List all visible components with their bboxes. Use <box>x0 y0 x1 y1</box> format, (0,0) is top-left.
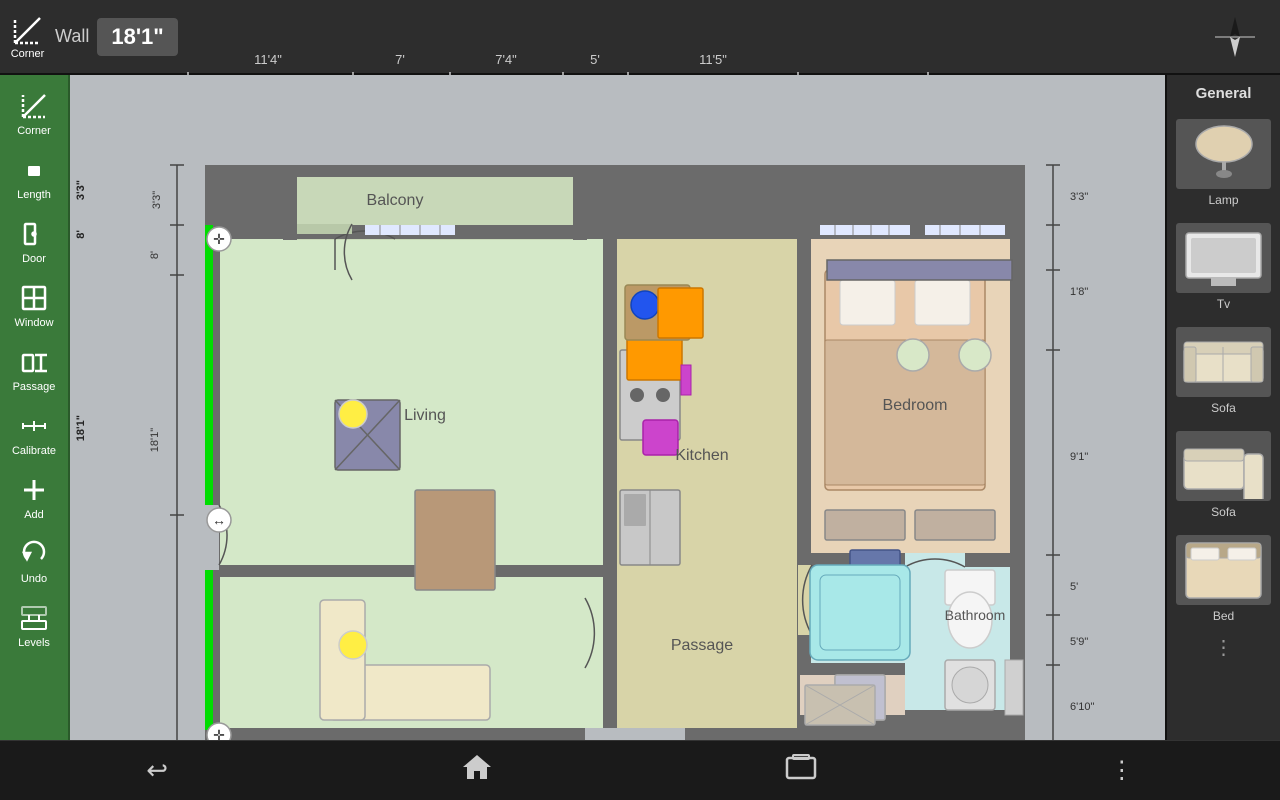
furniture-item-bed[interactable]: Bed <box>1171 531 1276 627</box>
svg-text:5': 5' <box>1070 581 1078 593</box>
passage-label: Passage <box>671 637 733 654</box>
top-bar: Corner Wall 18'1" 11'4" 7' 7'4" 5' 11'5" <box>0 0 1280 75</box>
door-tool-label: Door <box>22 253 46 265</box>
dim-left-main: 18'1" <box>75 415 87 441</box>
svg-text:7'4": 7'4" <box>495 52 517 67</box>
bottom-nav: ↩ ⋮ <box>0 740 1280 800</box>
bed-label: Bed <box>1213 609 1234 623</box>
furniture-item-sofa2[interactable]: Sofa <box>1171 427 1276 523</box>
svg-text:18'1": 18'1" <box>149 428 161 452</box>
svg-text:7': 7' <box>395 52 405 67</box>
main-area: Corner Length Door Window <box>0 75 1280 740</box>
wall-value: 18'1" <box>97 18 177 56</box>
recent-button[interactable] <box>765 745 837 796</box>
svg-text:✛: ✛ <box>213 727 225 740</box>
sidebar-item-door[interactable]: Door <box>2 211 67 273</box>
svg-text:1'8": 1'8" <box>1070 286 1088 298</box>
svg-text:11'4": 11'4" <box>254 52 282 67</box>
corner-handle-bl: ✛ <box>207 723 231 740</box>
calibrate-tool-label: Calibrate <box>12 445 56 457</box>
levels-tool-label: Levels <box>18 637 50 649</box>
compass-icon <box>1210 12 1260 62</box>
bedroom-label: Bedroom <box>883 397 948 414</box>
corner-tool-label: Corner <box>17 125 51 137</box>
canvas-area[interactable]: 3'3" 8' 18'1" 3'3" 1'8" 9'1" 5' 5'9" 6'1… <box>70 75 1165 740</box>
window-tool-label: Window <box>14 317 53 329</box>
back-button[interactable]: ↩ <box>126 747 188 794</box>
corner-handle-tl: ✛ <box>207 227 231 251</box>
furniture-item-sofa1[interactable]: Sofa <box>1171 323 1276 419</box>
svg-text:3'3": 3'3" <box>151 191 163 209</box>
sidebar-item-length[interactable]: Length <box>2 147 67 209</box>
svg-text:✛: ✛ <box>213 231 225 247</box>
svg-text:5'9": 5'9" <box>1070 636 1088 648</box>
more-button[interactable]: ⋮ <box>1090 748 1154 793</box>
corner-handle-mid: ↔ <box>207 508 231 532</box>
add-tool-label: Add <box>24 509 44 521</box>
dim-left-8: 8' <box>75 230 87 239</box>
dim-left-top: 3'3" <box>75 180 87 200</box>
left-sidebar: Corner Length Door Window <box>0 75 70 740</box>
furniture-item-tv[interactable]: Tv <box>1171 219 1276 315</box>
sidebar-item-levels[interactable]: Levels <box>2 595 67 657</box>
svg-text:↔: ↔ <box>212 512 226 528</box>
sidebar-item-undo[interactable]: Undo <box>2 531 67 593</box>
more-furniture-indicator: ⋮ <box>1214 635 1234 660</box>
right-sidebar-title: General <box>1196 85 1252 102</box>
sidebar-item-add[interactable]: Add <box>2 467 67 529</box>
sofa1-label: Sofa <box>1211 401 1236 415</box>
length-tool-label: Length <box>17 189 51 201</box>
bathroom-label: Bathroom <box>945 607 1006 623</box>
svg-text:11'5": 11'5" <box>699 52 727 67</box>
corner-label: Corner <box>11 48 45 60</box>
kitchen-label: Kitchen <box>675 447 728 464</box>
balcony-label: Balcony <box>367 192 424 209</box>
undo-tool-label: Undo <box>21 573 47 585</box>
corner-tool[interactable]: Corner <box>10 13 45 60</box>
tv-label: Tv <box>1217 297 1230 311</box>
passage-tool-label: Passage <box>13 381 56 393</box>
sidebar-item-passage[interactable]: Passage <box>2 339 67 401</box>
furniture-item-lamp[interactable]: Lamp <box>1171 115 1276 211</box>
sidebar-item-calibrate[interactable]: Calibrate <box>2 403 67 465</box>
right-sidebar: General Lamp Tv <box>1165 75 1280 740</box>
wall-label: Wall <box>55 26 89 47</box>
floor-plan-svg[interactable]: Balcony Living Kitchen Bedroom Bathroom … <box>105 110 1125 740</box>
svg-text:3'3": 3'3" <box>1070 191 1088 203</box>
sofa2-label: Sofa <box>1211 505 1236 519</box>
sidebar-item-corner[interactable]: Corner <box>2 83 67 145</box>
sidebar-item-window[interactable]: Window <box>2 275 67 337</box>
living-label: Living <box>404 407 446 424</box>
svg-text:5': 5' <box>590 52 600 67</box>
lamp-label: Lamp <box>1208 193 1238 207</box>
svg-text:6'10": 6'10" <box>1070 701 1094 713</box>
svg-text:8': 8' <box>149 251 161 259</box>
home-button[interactable] <box>441 745 513 796</box>
svg-text:9'1": 9'1" <box>1070 451 1088 463</box>
top-measurements: 11'4" 7' 7'4" 5' 11'5" <box>178 34 1210 39</box>
